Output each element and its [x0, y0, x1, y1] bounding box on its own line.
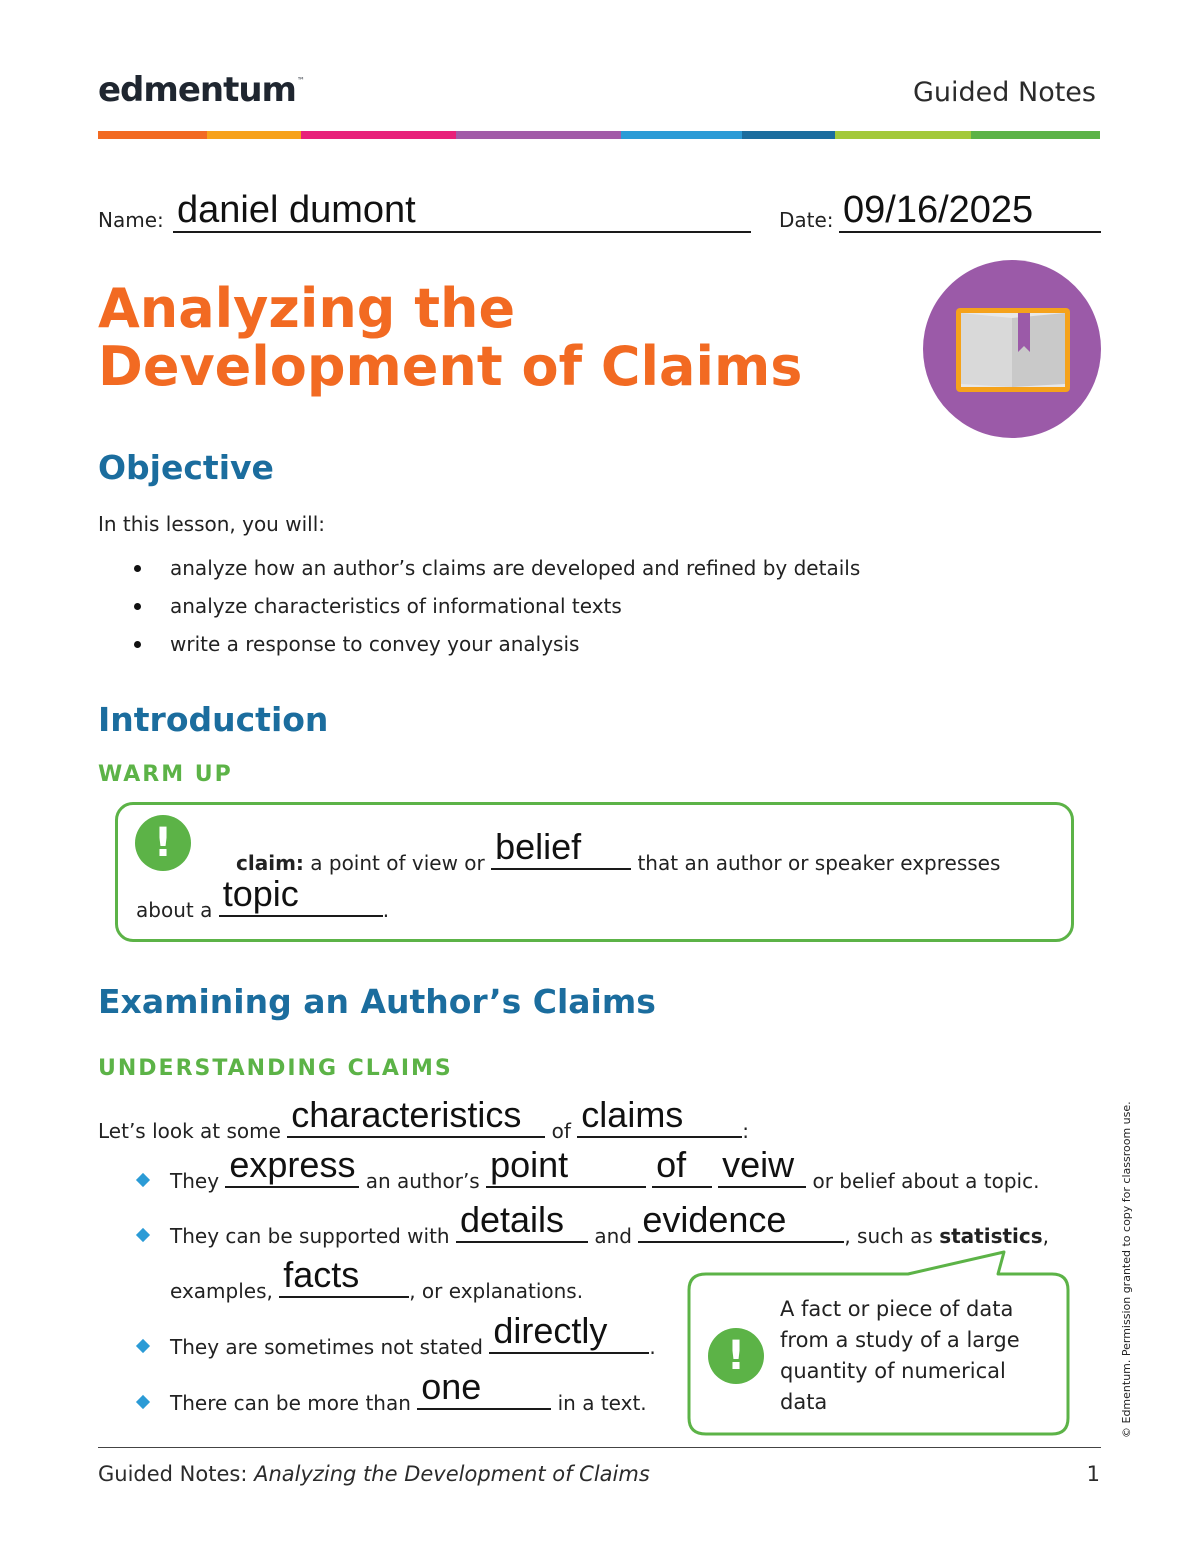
- text: an author’s: [359, 1169, 487, 1193]
- blank-characteristics[interactable]: characteristics: [287, 1097, 546, 1138]
- diamond-bullet-icon: [135, 1172, 151, 1187]
- book-icon: [923, 260, 1101, 438]
- answer: topic: [222, 873, 299, 914]
- blank-one[interactable]: one: [417, 1369, 552, 1410]
- footer-title: Analyzing the Development of Claims: [254, 1462, 650, 1486]
- text: They can be supported with: [170, 1224, 456, 1248]
- answer: details: [459, 1199, 565, 1240]
- claim-definition-line-1: claim: a point of view or belief that an…: [236, 829, 1001, 876]
- answer: express: [229, 1144, 356, 1185]
- bullet-express: They express an author’s point of veiw or …: [135, 1147, 1040, 1193]
- name-field[interactable]: daniel dumont: [173, 189, 751, 233]
- objective-list: analyze how an author’s claims are devel…: [98, 555, 1098, 669]
- examining-heading: Examining an Author’s Claims: [98, 982, 656, 1021]
- edmentum-logo: edmentum™: [98, 70, 305, 110]
- objective-intro: In this lesson, you will:: [98, 512, 325, 536]
- blank-belief[interactable]: belief: [491, 829, 632, 870]
- text: , or explanations.: [409, 1279, 584, 1303]
- logo-text: edmentum: [98, 70, 297, 110]
- logo-trademark: ™: [296, 76, 305, 85]
- bullet-more-than: There can be more than one in a text.: [135, 1369, 647, 1415]
- date-value: 09/16/2025: [843, 189, 1034, 231]
- list-item: write a response to convey your analysis: [98, 631, 1098, 669]
- stripe-segment: [300, 131, 457, 139]
- bullet-not-stated: They are sometimes not stated directly.: [135, 1313, 656, 1359]
- blank-claims[interactable]: claims: [577, 1097, 743, 1138]
- diamond-bullet-icon: [135, 1338, 151, 1353]
- page-number: 1: [1086, 1462, 1100, 1486]
- stripe-segment: [620, 131, 742, 139]
- text: Let’s look at some: [98, 1119, 288, 1143]
- text: a point of view or: [303, 851, 492, 875]
- text: or belief about a topic.: [806, 1169, 1040, 1193]
- stripe-segment: [970, 131, 1101, 139]
- exclamation-icon: !: [708, 1328, 764, 1384]
- blank-of[interactable]: of: [652, 1147, 713, 1188]
- blank-topic[interactable]: topic: [218, 876, 383, 917]
- stripe-segment: [834, 131, 971, 139]
- claim-definition-line-2: about a topic.: [136, 876, 390, 923]
- answer: belief: [495, 826, 582, 867]
- text: There can be more than: [170, 1391, 418, 1415]
- answer: of: [656, 1144, 687, 1185]
- list-item: analyze characteristics of informational…: [98, 593, 1098, 631]
- stripe-segment: [456, 131, 621, 139]
- answer: evidence: [642, 1199, 787, 1240]
- document-type: Guided Notes: [913, 77, 1096, 108]
- text: examples,: [170, 1279, 280, 1303]
- stripe-segment: [98, 131, 208, 139]
- blank-details[interactable]: details: [455, 1202, 588, 1243]
- diamond-bullet-icon: [135, 1394, 151, 1409]
- text: They: [170, 1169, 226, 1193]
- answer: one: [421, 1366, 482, 1407]
- warm-up-subheading: WARM UP: [98, 762, 233, 787]
- color-stripe: [98, 131, 1101, 139]
- name-label: Name:: [98, 208, 164, 232]
- stripe-segment: [207, 131, 301, 139]
- answer: claims: [581, 1094, 684, 1135]
- blank-facts[interactable]: facts: [279, 1257, 410, 1298]
- callout-text: A fact or piece of data from a study of …: [780, 1297, 1020, 1414]
- page-title: Analyzing the Development of Claims: [98, 280, 802, 396]
- answer: directly: [493, 1310, 608, 1351]
- footer-label: Guided Notes: Analyzing the Development …: [98, 1462, 650, 1486]
- footer-prefix: Guided Notes:: [98, 1462, 255, 1486]
- copyright-note: © Edmentum. Permission granted to copy f…: [1120, 1101, 1133, 1438]
- blank-directly[interactable]: directly: [489, 1313, 650, 1354]
- text: .: [649, 1335, 656, 1359]
- text: in a text.: [551, 1391, 647, 1415]
- answer: characteristics: [291, 1094, 522, 1135]
- understanding-claims-subheading: UNDERSTANDING CLAIMS: [98, 1056, 453, 1081]
- diamond-bullet-icon: [135, 1227, 151, 1242]
- text: :: [742, 1119, 750, 1143]
- bullet-supported-continued: examples, facts , or explanations.: [170, 1257, 584, 1304]
- blank-veiw[interactable]: veiw: [718, 1147, 807, 1188]
- objective-heading: Objective: [98, 448, 274, 487]
- footer-divider: [98, 1447, 1101, 1448]
- text: of: [545, 1119, 578, 1143]
- date-field[interactable]: 09/16/2025: [839, 189, 1101, 233]
- text: about a: [136, 898, 219, 922]
- claim-term: claim:: [236, 851, 304, 875]
- answer: veiw: [722, 1144, 795, 1185]
- title-line-1: Analyzing the: [98, 277, 516, 340]
- text: They are sometimes not stated: [170, 1335, 490, 1359]
- claims-intro-line: Let’s look at some characteristics of cl…: [98, 1097, 750, 1144]
- blank-express[interactable]: express: [225, 1147, 360, 1188]
- text: that an author or speaker expresses: [631, 851, 1001, 875]
- stripe-segment: [741, 131, 835, 139]
- exclamation-icon: !: [135, 815, 191, 871]
- answer: point: [490, 1144, 569, 1185]
- name-value: daniel dumont: [177, 189, 416, 231]
- text: and: [587, 1224, 639, 1248]
- text: .: [382, 898, 390, 922]
- blank-point[interactable]: point: [486, 1147, 647, 1188]
- date-label: Date:: [779, 208, 834, 232]
- blank-evidence[interactable]: evidence: [638, 1202, 845, 1243]
- list-item: analyze how an author’s claims are devel…: [98, 555, 1098, 593]
- title-line-2: Development of Claims: [98, 335, 803, 398]
- introduction-heading: Introduction: [98, 700, 329, 739]
- answer: facts: [283, 1254, 360, 1295]
